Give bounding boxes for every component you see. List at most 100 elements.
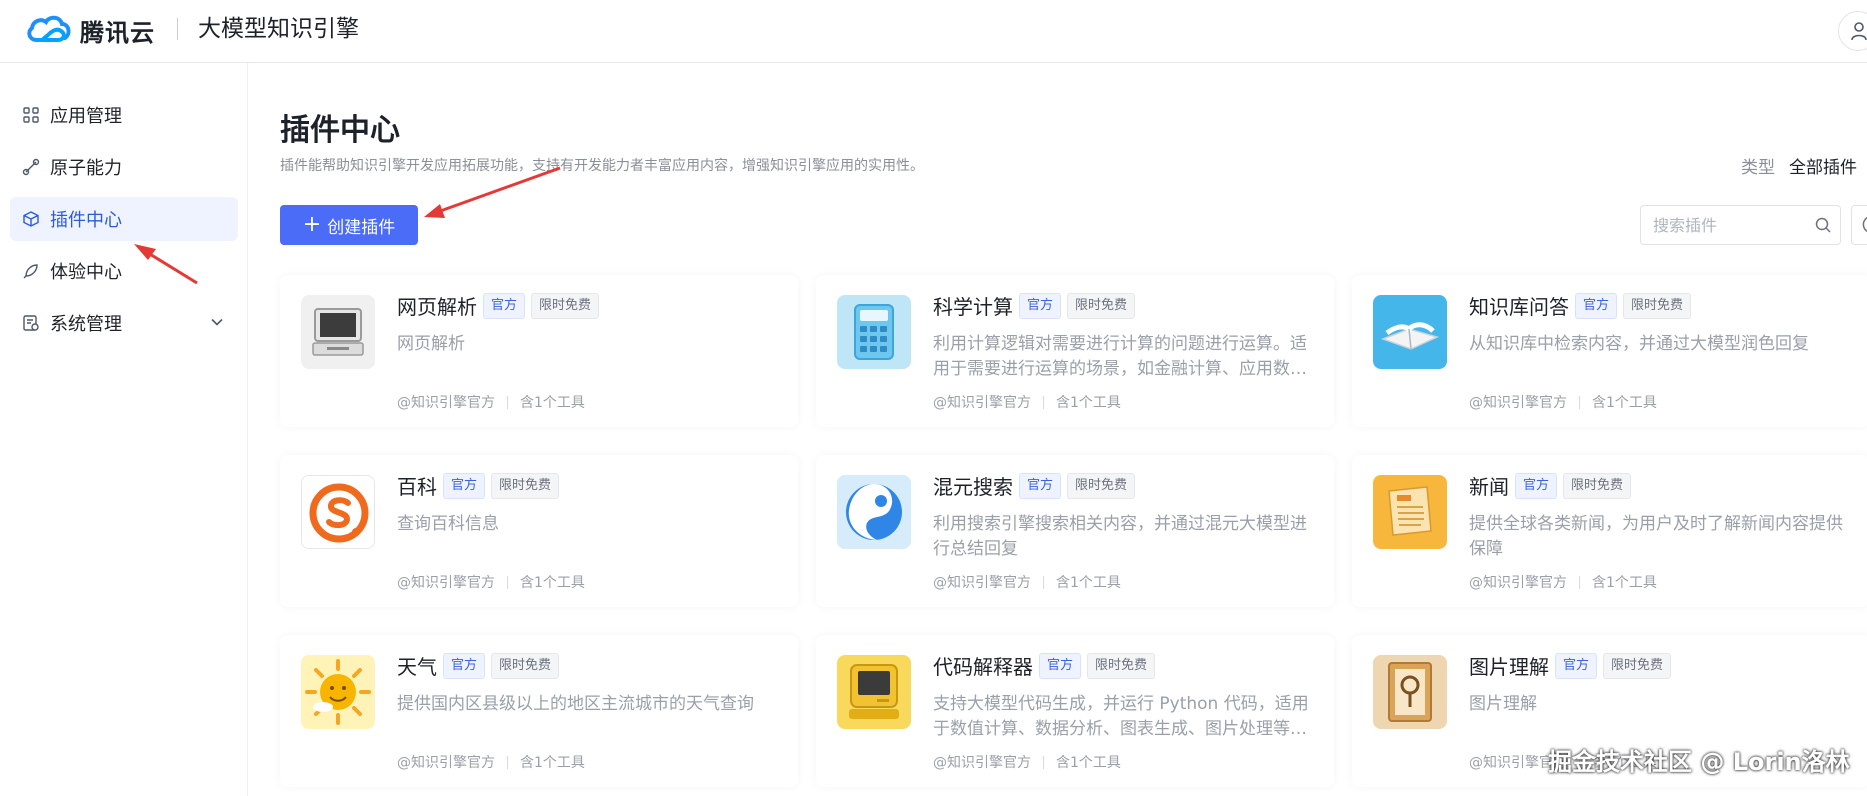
official-badge: 官方 [1575,292,1618,319]
plugin-card[interactable]: 混元搜索 官方 限时免费 利用搜索引擎搜索相关内容，并通过混元大模型进行总结回复… [816,455,1334,607]
link-icon [22,158,40,176]
card-header: 网页解析 官方 限时免费 [397,291,605,320]
sidebar-item-plugin-center[interactable]: 插件中心 [10,197,238,241]
card-header: 混元搜索 官方 限时免费 [933,471,1141,500]
card-header: 代码解释器 官方 限时免费 [933,651,1161,680]
plugin-meta: @知识引擎官方 含1个工具 [933,752,1121,772]
plugin-description: 利用计算逻辑对需要进行计算的问题进行运算。适用于需要进行运算的场景，如金融计算、… [933,334,1307,379]
free-badge: 限时免费 [491,472,560,499]
plugin-card[interactable]: 科学计算 官方 限时免费 利用计算逻辑对需要进行计算的问题进行运算。适用于需要进… [816,275,1334,427]
plugin-tool-count: 含1个工具 [1056,575,1121,591]
cube-icon [23,211,39,227]
plugin-name: 混元搜索 [933,475,1013,499]
type-filter-label: 类型 [1741,158,1775,178]
search-input[interactable] [1641,206,1801,244]
chevron-down-icon [211,318,223,326]
plugin-tool-count: 含1个工具 [1056,395,1121,411]
official-badge: 官方 [443,472,486,499]
plugin-card[interactable]: 百科 官方 限时免费 查询百科信息 @知识引擎官方 含1个工具 [280,455,798,607]
type-filter-select[interactable]: 全部插件 [1789,153,1857,178]
calculator-icon [837,295,911,369]
plugin-description: 利用搜索引擎搜索相关内容，并通过混元大模型进行总结回复 [933,514,1307,559]
sidebar-item-label: 系统管理 [50,314,122,335]
free-badge: 限时免费 [1087,652,1156,679]
free-badge: 限时免费 [531,292,600,319]
computer-icon [301,295,375,369]
free-badge: 限时免费 [1623,292,1692,319]
free-badge: 限时免费 [1603,652,1672,679]
card-header: 图片理解 官方 限时免费 [1469,651,1677,680]
sidebar-item-label: 体验中心 [50,262,122,283]
sidebar-item-system-management[interactable]: 系统管理 [10,301,238,345]
plugin-name: 百科 [397,475,437,499]
user-icon [1851,22,1867,41]
create-plugin-label: 创建插件 [327,217,396,238]
plugin-name: 知识库问答 [1469,295,1569,319]
plugin-author: @知识引擎官方 [397,755,495,771]
sidebar-item-label: 插件中心 [50,210,122,231]
meta-divider [1579,575,1580,589]
settings-doc-icon [23,315,39,331]
official-badge: 官方 [1515,472,1558,499]
plugin-card[interactable]: 新闻 官方 限时免费 提供全球各类新闻，为用户及时了解新闻内容提供保障 @知识引… [1352,455,1867,607]
plugin-meta: @知识引擎官方 含1个工具 [933,572,1121,592]
newspaper-icon [1373,475,1447,549]
meta-divider [507,395,508,409]
plugin-card[interactable]: 网页解析 官方 限时免费 网页解析 @知识引擎官方 含1个工具 [280,275,798,427]
plugin-card[interactable]: 天气 官方 限时免费 提供国内区县级以上的地区主流城市的天气查询 @知识引擎官方… [280,635,798,787]
card-header: 科学计算 官方 限时免费 [933,291,1141,320]
free-badge: 限时免费 [1067,292,1136,319]
card-header: 百科 官方 限时免费 [397,471,565,500]
card-header: 天气 官方 限时免费 [397,651,565,680]
plugin-meta: @知识引擎官方 含1个工具 [397,572,585,592]
sidebar-item-experience-center[interactable]: 体验中心 [10,249,238,293]
user-avatar-button[interactable] [1838,11,1867,51]
free-badge: 限时免费 [1067,472,1136,499]
official-badge: 官方 [483,292,526,319]
watermark: 掘金技术社区 @ Lorin洛林 [1548,748,1850,776]
sidebar-item-app-management[interactable]: 应用管理 [10,93,238,137]
hunyuan-icon [837,475,911,549]
plugin-meta: @知识引擎官方 含1个工具 [397,392,585,412]
main-content: 插件中心 插件能帮助知识引擎开发应用拓展功能，支持有开发能力者丰富应用内容，增强… [249,63,1867,796]
plus-icon: + [302,212,322,237]
refresh-icon [1862,217,1867,233]
plugin-description: 图片理解 [1469,694,1537,714]
tencent-cloud-logo-icon [27,15,71,42]
plugin-name: 图片理解 [1469,655,1549,679]
plugin-tool-count: 含1个工具 [1592,575,1657,591]
plugin-name: 代码解释器 [933,655,1033,679]
sidebar: 应用管理 原子能力 插件中心 体验中心 系统管理 [0,63,248,796]
official-badge: 官方 [443,652,486,679]
book-icon [1373,295,1447,369]
picture-frame-icon [1373,655,1447,729]
brand-logo[interactable]: 腾讯云 [24,10,155,50]
plugin-tool-count: 含1个工具 [1056,755,1121,771]
free-badge: 限时免费 [1563,472,1632,499]
create-plugin-button[interactable]: + 创建插件 [280,205,418,245]
refresh-button[interactable] [1851,205,1867,245]
sun-icon [301,655,375,729]
plugin-name: 新闻 [1469,475,1509,499]
plugin-card[interactable]: 代码解释器 官方 限时免费 支持大模型代码生成，并运行 Python 代码，适用… [816,635,1334,787]
free-badge: 限时免费 [491,652,560,679]
plugin-card[interactable]: 知识库问答 官方 限时免费 从知识库中检索内容，并通过大模型润色回复 @知识引擎… [1352,275,1867,427]
page-description: 插件能帮助知识引擎开发应用拓展功能，支持有开发能力者丰富应用内容，增强知识引擎应… [280,158,924,174]
official-badge: 官方 [1039,652,1082,679]
plugin-author: @知识引擎官方 [933,395,1031,411]
plugin-author: @知识引擎官方 [1469,575,1567,591]
plugin-meta: @知识引擎官方 含1个工具 [933,392,1121,412]
plugin-author: @知识引擎官方 [933,575,1031,591]
plugin-author: @知识引擎官方 [397,395,495,411]
plugin-author: @知识引擎官方 [1469,395,1567,411]
plugin-tool-count: 含1个工具 [520,575,585,591]
plugin-search [1640,205,1841,245]
search-icon[interactable] [1814,216,1832,234]
plugin-description: 查询百科信息 [397,514,499,534]
sidebar-item-atomic-capabilities[interactable]: 原子能力 [10,145,238,189]
official-badge: 官方 [1019,292,1062,319]
plugin-name: 网页解析 [397,295,477,319]
plugin-description: 提供全球各类新闻，为用户及时了解新闻内容提供保障 [1469,514,1843,559]
card-header: 新闻 官方 限时免费 [1469,471,1637,500]
official-badge: 官方 [1555,652,1598,679]
